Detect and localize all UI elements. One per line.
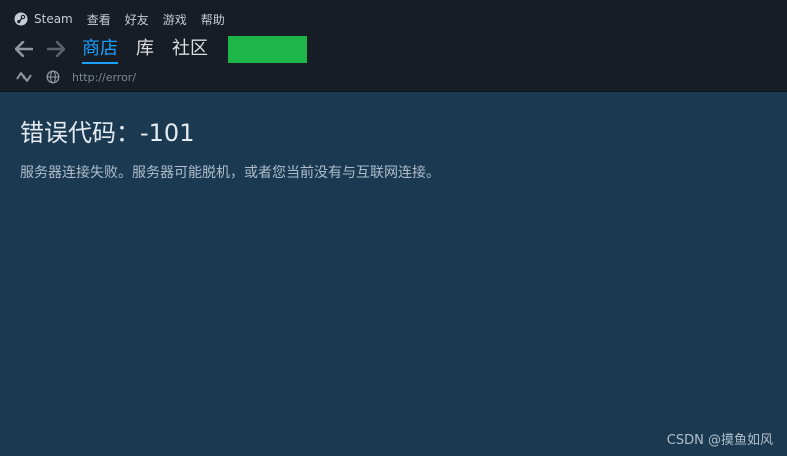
account-button[interactable] — [228, 35, 307, 63]
error-code-title: 错误代码：-101 — [20, 119, 195, 147]
menu-games[interactable]: 游戏 — [163, 11, 187, 28]
forward-arrow-icon[interactable] — [46, 39, 66, 59]
menu-bar: Steam 查看 好友 游戏 帮助 — [14, 10, 225, 28]
steam-logo-icon — [14, 12, 28, 26]
back-arrow-icon[interactable] — [14, 39, 34, 59]
steam-chrome: Steam 查看 好友 游戏 帮助 商店 库 社区 http://error/ — [0, 0, 787, 92]
error-message: 服务器连接失败。服务器可能脱机，或者您当前没有与互联网连接。 — [20, 165, 440, 181]
menu-steam-label: Steam — [34, 12, 73, 26]
menu-help[interactable]: 帮助 — [201, 11, 225, 28]
globe-icon — [46, 70, 60, 84]
tab-community[interactable]: 社区 — [172, 37, 208, 61]
error-panel: 错误代码：-101 服务器连接失败。服务器可能脱机，或者您当前没有与互联网连接。 — [20, 113, 760, 182]
menu-steam[interactable]: Steam — [14, 12, 73, 26]
url-bar: http://error/ — [14, 67, 136, 87]
tab-library[interactable]: 库 — [136, 37, 154, 61]
menu-friends[interactable]: 好友 — [125, 11, 149, 28]
nav-tabs: 商店 库 社区 — [82, 35, 307, 64]
url-text[interactable]: http://error/ — [72, 71, 136, 84]
watermark-text: CSDN @摸鱼如风 — [666, 433, 773, 448]
nav-bar: 商店 库 社区 — [14, 34, 307, 64]
menu-view[interactable]: 查看 — [87, 11, 111, 28]
tab-store[interactable]: 商店 — [82, 37, 118, 64]
reload-icon[interactable] — [14, 70, 34, 84]
